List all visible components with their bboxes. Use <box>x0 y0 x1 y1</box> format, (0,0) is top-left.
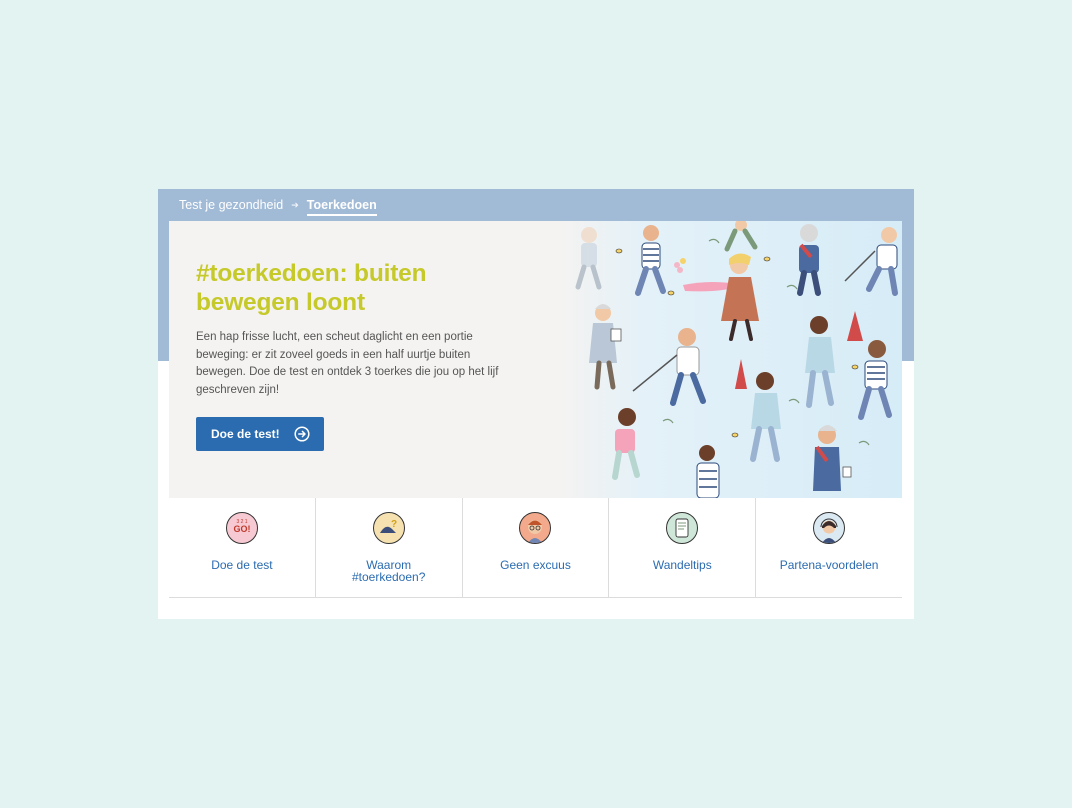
tile-geen-excuus[interactable]: Geen excuus <box>462 498 610 597</box>
tile-wandeltips[interactable]: Wandeltips <box>609 498 757 597</box>
content-card: Test je gezondheid ➔ Toerkedoen #toerked… <box>158 189 914 619</box>
tile-label: Geen excuus <box>500 558 571 572</box>
tile-partena-voordelen[interactable]: Partena-voordelen <box>756 498 902 597</box>
phone-tips-icon <box>666 512 699 544</box>
svg-text:GO!: GO! <box>233 524 250 534</box>
hero-banner: #toerkedoen: buiten bewegen loont Een ha… <box>169 221 902 498</box>
start-test-button[interactable]: Doe de test! <box>196 417 324 451</box>
headset-person-icon <box>813 512 846 544</box>
go-sign-icon: GO! 3 2 1 <box>225 512 258 544</box>
hero-title: #toerkedoen: buiten bewegen loont <box>196 260 427 316</box>
breadcrumb: Test je gezondheid ➔ Toerkedoen <box>179 195 377 216</box>
person-glasses-icon <box>519 512 552 544</box>
tile-label: Doe de test <box>211 558 273 572</box>
quick-links: GO! 3 2 1 Doe de test ? Waarom #toerkedo… <box>169 498 902 598</box>
tile-label: Wandeltips <box>652 558 712 572</box>
question-shoe-icon: ? <box>372 512 405 544</box>
arrow-circle-right-icon <box>294 426 310 442</box>
walking-people-illustration <box>559 221 902 498</box>
tile-waarom-toerkedoen[interactable]: ? Waarom #toerkedoen? <box>315 498 463 597</box>
hero-description: Een hap frisse lucht, een scheut daglich… <box>196 331 499 396</box>
svg-text:3 2 1: 3 2 1 <box>236 519 247 525</box>
tile-label: Partena-voordelen <box>779 558 879 572</box>
tile-label: Waarom #toerkedoen? <box>351 558 426 584</box>
start-test-button-label: Doe de test! <box>211 427 280 441</box>
tile-doe-de-test[interactable]: GO! 3 2 1 Doe de test <box>169 498 316 597</box>
breadcrumb-current[interactable]: Toerkedoen <box>306 198 377 216</box>
breadcrumb-parent-link[interactable]: Test je gezondheid <box>179 198 283 212</box>
breadcrumb-separator-icon: ➔ <box>291 199 299 210</box>
svg-text:?: ? <box>391 519 397 530</box>
